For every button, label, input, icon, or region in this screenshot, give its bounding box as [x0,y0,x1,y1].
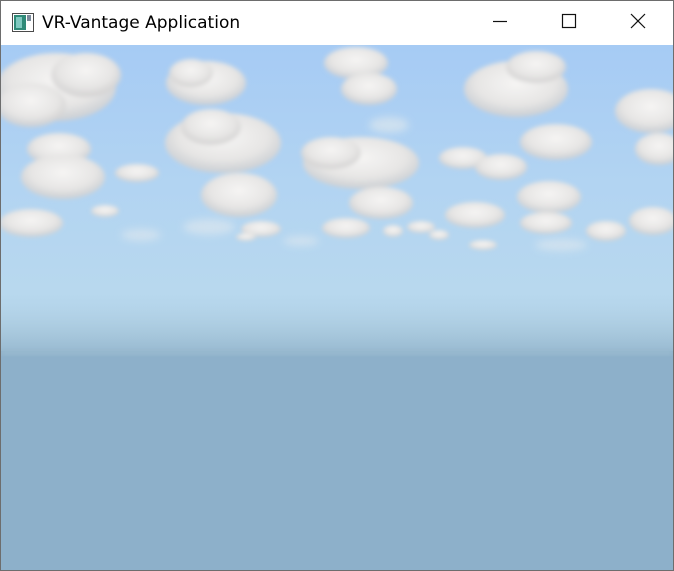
horizon-line [1,349,673,355]
application-window: VR-Vantage Application [0,0,674,571]
minimize-icon [492,13,508,34]
maximize-icon [561,13,577,34]
close-icon [630,13,646,34]
horizon-haze [1,300,673,355]
maximize-button[interactable] [546,1,592,45]
ground-plane [1,351,673,570]
sky-scene [1,45,673,570]
close-button[interactable] [615,1,661,45]
3d-viewport[interactable] [1,45,673,570]
title-bar[interactable]: VR-Vantage Application [1,1,673,45]
window-title: VR-Vantage Application [42,13,241,33]
minimize-button[interactable] [477,1,523,45]
application-window-icon[interactable] [12,13,34,32]
